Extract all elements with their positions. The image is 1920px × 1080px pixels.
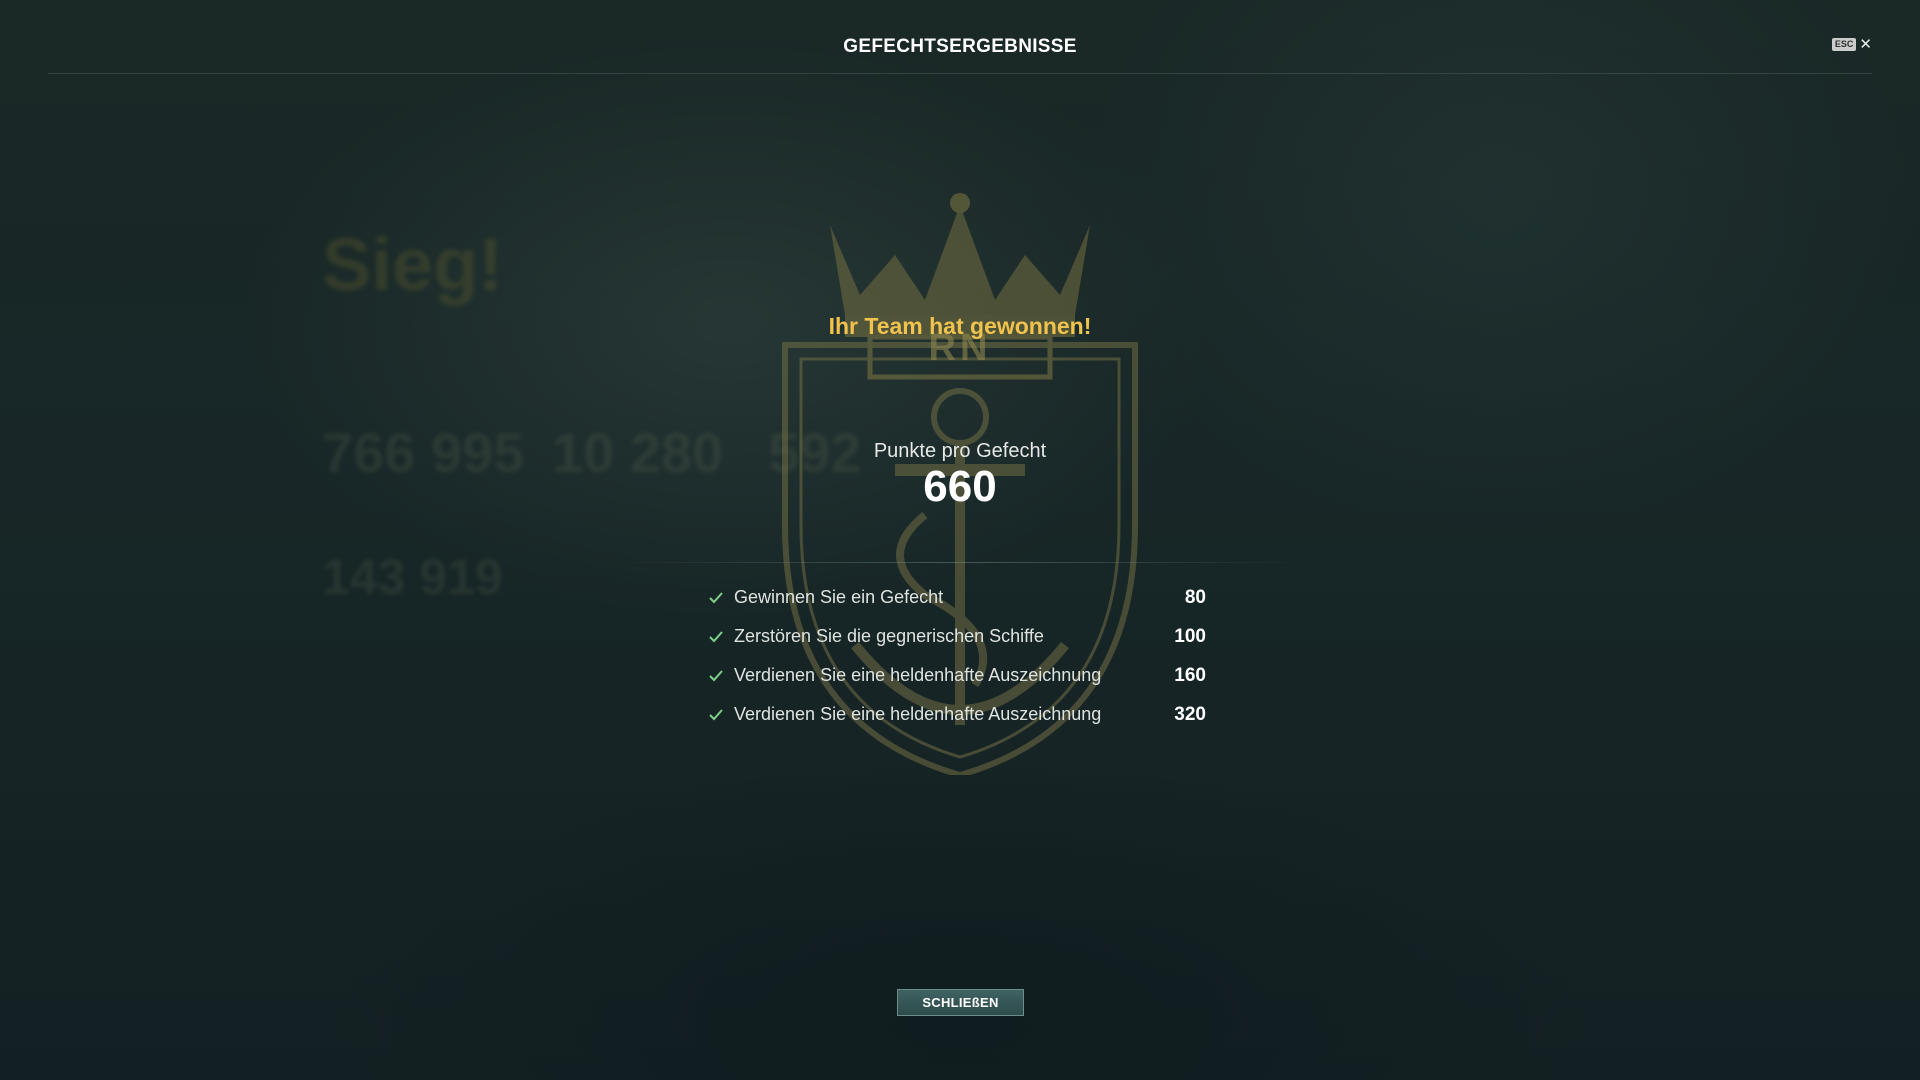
task-list: Gewinnen Sie ein Gefecht 80 Zerstören Si… <box>708 578 1206 734</box>
task-label: Verdienen Sie eine heldenhafte Auszeichn… <box>734 665 1102 685</box>
checkmark-icon <box>709 630 723 642</box>
task-label: Zerstören Sie die gegnerischen Schiffe <box>734 626 1044 646</box>
task-label: Gewinnen Sie ein Gefecht <box>734 587 944 607</box>
checkmark-icon <box>709 708 723 720</box>
task-points: 320 <box>1174 703 1206 725</box>
task-item: Verdienen Sie eine heldenhafte Auszeichn… <box>708 656 1206 695</box>
task-points: 100 <box>1174 625 1206 647</box>
checkmark-icon <box>709 669 723 681</box>
victory-headline: Ihr Team hat gewonnen! <box>828 313 1092 339</box>
checkmark-icon <box>709 591 723 603</box>
divider <box>610 562 1310 563</box>
points-label: Punkte pro Gefecht <box>873 440 1047 462</box>
close-button[interactable]: ESC ✕ <box>1831 36 1872 53</box>
task-item: Zerstören Sie die gegnerischen Schiffe 1… <box>708 617 1206 656</box>
task-points: 160 <box>1174 664 1206 686</box>
modal-header: GEFECHTSERGEBNISSE ESC ✕ <box>48 0 1872 74</box>
esc-key-hint: ESC <box>1831 38 1857 51</box>
close-results-button[interactable]: SCHLIEßEN <box>897 989 1024 1016</box>
page-title: GEFECHTSERGEBNISSE <box>843 36 1077 57</box>
task-item: Gewinnen Sie ein Gefecht 80 <box>708 578 1206 617</box>
points-value: 660 <box>923 462 997 511</box>
close-icon: ✕ <box>1859 36 1872 53</box>
task-points: 80 <box>1184 586 1206 608</box>
task-label: Verdienen Sie eine heldenhafte Auszeichn… <box>734 704 1102 724</box>
task-item: Verdienen Sie eine heldenhafte Auszeichn… <box>708 695 1206 734</box>
